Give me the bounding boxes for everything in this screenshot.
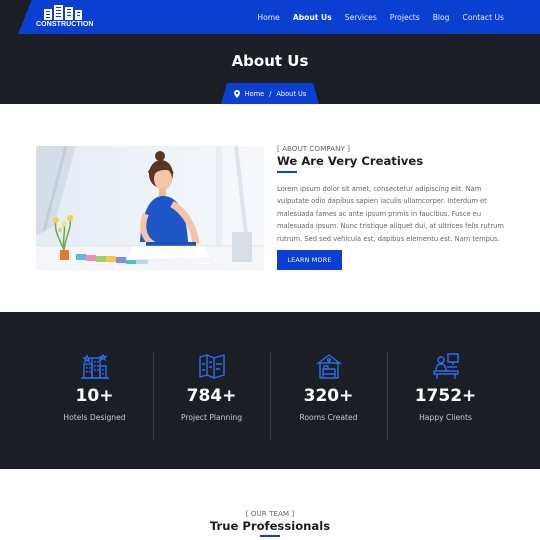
about-heading: We Are Very Creatives (277, 154, 424, 168)
breadcrumb-current: About Us (276, 89, 307, 98)
nav-item-home[interactable]: Home (257, 13, 279, 22)
stat-rooms-created: 320+ Rooms Created (270, 312, 387, 469)
person-desk-icon (433, 353, 459, 379)
stat-label: Project Planning (180, 413, 243, 422)
stat-value: 10+ (75, 386, 114, 406)
stat-value: 1752+ (414, 386, 477, 406)
stat-hotels-designed: 10+ Hotels Designed (36, 312, 153, 469)
map-icon (199, 354, 225, 379)
breadcrumb-separator: / (269, 89, 272, 98)
team-kicker: [ OUR TEAM ] (245, 509, 295, 518)
brand-logo[interactable]: CONSTRUCTION (36, 4, 96, 30)
stat-label: Hotels Designed (63, 413, 126, 422)
house-bed-icon (316, 354, 342, 379)
office-illustration (36, 146, 264, 270)
stat-label: Rooms Created (299, 413, 358, 422)
breadcrumb-home-link[interactable]: Home (245, 90, 264, 98)
nav-item-services[interactable]: Services (345, 13, 377, 22)
page-title: About Us (231, 52, 309, 70)
stat-project-planning: 784+ Project Planning (153, 312, 270, 469)
nav-item-contact-us[interactable]: Contact Us (463, 13, 504, 22)
team-heading: True Professionals (209, 519, 331, 533)
city-buildings-icon (81, 353, 109, 379)
learn-more-button[interactable]: LEARN MORE (277, 250, 342, 270)
stats-band: 10+ Hotels Designed 784+ Project Plannin… (0, 312, 540, 469)
stat-value: 784+ (186, 386, 237, 406)
main-nav: Home About Us Services Projects Blog Con… (244, 0, 504, 34)
stat-happy-clients: 1752+ Happy Clients (387, 312, 504, 469)
nav-item-about-us[interactable]: About Us (293, 13, 332, 22)
about-kicker: [ ABOUT COMPANY ] (277, 144, 350, 153)
stat-value: 320+ (303, 386, 354, 406)
location-pin-icon (233, 89, 240, 98)
about-paragraph: Lorem ipsum dolor sit amet, consectetur … (277, 185, 504, 243)
about-photo-woman-drawing (36, 146, 264, 270)
stat-label: Happy Clients (419, 413, 472, 422)
breadcrumb: Home / About Us (221, 83, 319, 104)
heading-underline (260, 535, 280, 537)
nav-item-projects[interactable]: Projects (390, 13, 420, 22)
top-navbar: CONSTRUCTION Home About Us Services Proj… (0, 0, 540, 34)
buildings-logo-icon (44, 5, 82, 20)
brand-name: CONSTRUCTION (36, 21, 94, 28)
nav-item-blog[interactable]: Blog (433, 13, 450, 22)
heading-underline (277, 171, 297, 173)
